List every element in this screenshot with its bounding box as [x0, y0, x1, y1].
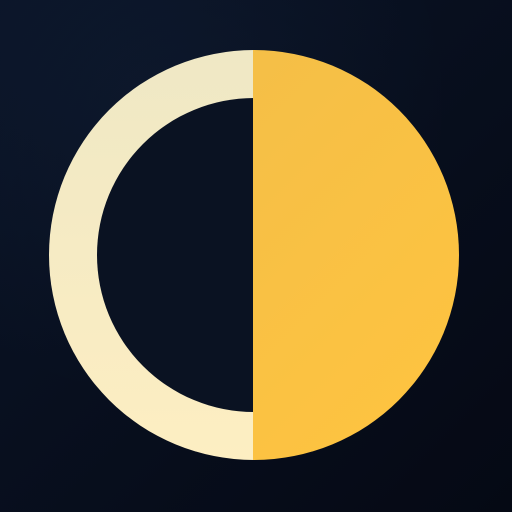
app-icon-canvas [0, 0, 512, 512]
half-moon-icon [49, 50, 459, 460]
